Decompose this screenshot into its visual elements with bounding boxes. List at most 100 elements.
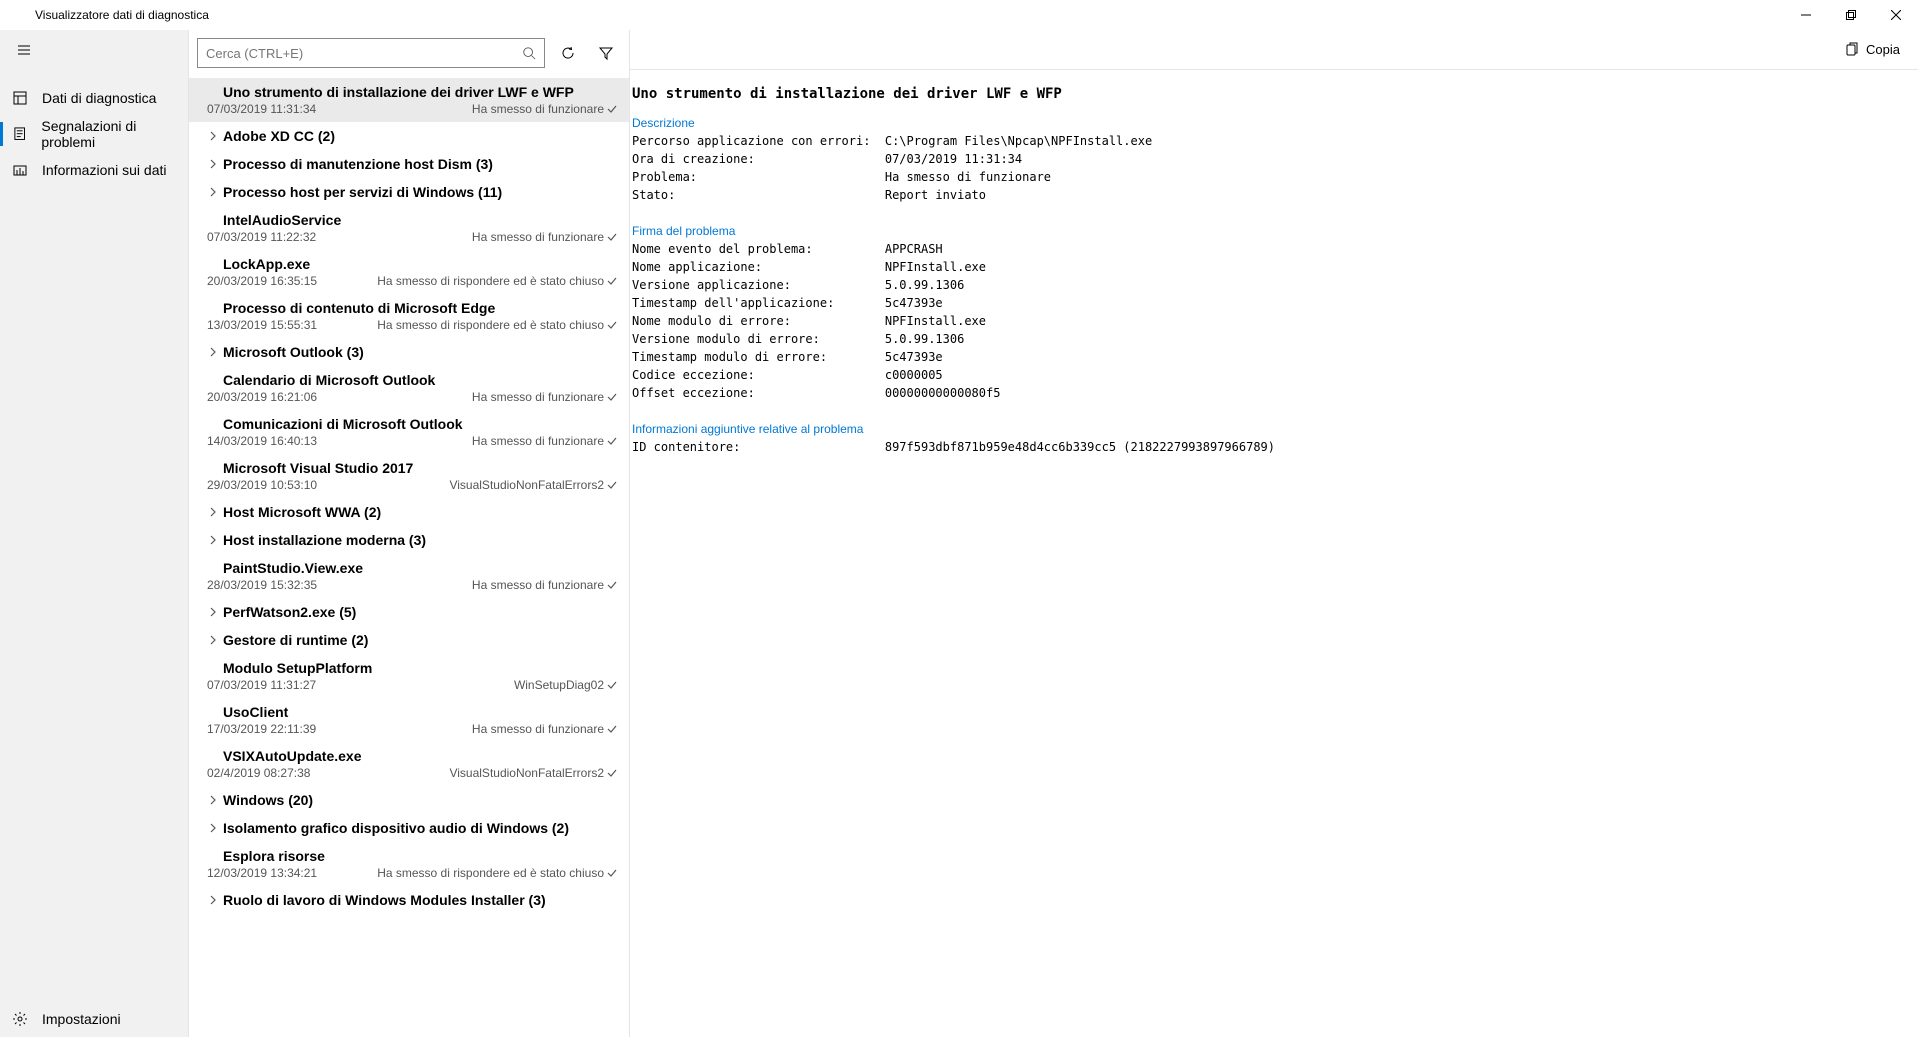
event-title: Processo di manutenzione host Dism (3): [223, 156, 493, 172]
filter-button[interactable]: [591, 38, 621, 68]
sidebar-item-label: Informazioni sui dati: [42, 162, 167, 178]
chevron-right-icon[interactable]: [207, 506, 219, 518]
event-status: VisualStudioNonFatalErrors2: [449, 478, 617, 492]
copy-label: Copia: [1866, 42, 1900, 57]
chevron-right-icon[interactable]: [207, 606, 219, 618]
chevron-right-icon[interactable]: [207, 186, 219, 198]
event-item[interactable]: Adobe XD CC (2): [189, 122, 629, 150]
event-title: Processo host per servizi di Windows (11…: [223, 184, 502, 200]
event-date: 29/03/2019 10:53:10: [207, 478, 317, 492]
chevron-right-icon[interactable]: [207, 158, 219, 170]
maximize-button[interactable]: [1828, 0, 1873, 30]
sidebar-item-label: Impostazioni: [42, 1011, 121, 1027]
event-item[interactable]: Uno strumento di installazione dei drive…: [189, 78, 629, 122]
event-item[interactable]: Host Microsoft WWA (2): [189, 498, 629, 526]
close-icon: [1891, 10, 1901, 20]
sidebar-item-settings[interactable]: Impostazioni: [0, 1001, 188, 1037]
event-panel: Uno strumento di installazione dei drive…: [189, 30, 630, 1037]
search-box[interactable]: [197, 38, 545, 68]
event-status: Ha smesso di rispondere ed è stato chius…: [377, 318, 617, 332]
event-item[interactable]: Processo host per servizi di Windows (11…: [189, 178, 629, 206]
event-item[interactable]: Modulo SetupPlatform07/03/2019 11:31:27W…: [189, 654, 629, 698]
event-status: Ha smesso di rispondere ed è stato chius…: [377, 866, 617, 880]
sidebar-item-label: Dati di diagnostica: [42, 90, 156, 106]
chevron-right-icon[interactable]: [207, 894, 219, 906]
event-item[interactable]: Esplora risorse12/03/2019 13:34:21Ha sme…: [189, 842, 629, 886]
event-date: 28/03/2019 15:32:35: [207, 578, 317, 592]
event-item[interactable]: Windows (20): [189, 786, 629, 814]
sidebar-item-1[interactable]: Segnalazioni di problemi: [0, 116, 188, 152]
maximize-icon: [1846, 10, 1856, 20]
event-item[interactable]: IntelAudioService07/03/2019 11:22:32Ha s…: [189, 206, 629, 250]
search-input[interactable]: [206, 46, 522, 61]
event-item[interactable]: PerfWatson2.exe (5): [189, 598, 629, 626]
event-status: VisualStudioNonFatalErrors2: [449, 766, 617, 780]
event-item[interactable]: Gestore di runtime (2): [189, 626, 629, 654]
event-date: 07/03/2019 11:31:34: [207, 102, 316, 116]
sidebar-item-0[interactable]: Dati di diagnostica: [0, 80, 188, 116]
refresh-button[interactable]: [553, 38, 583, 68]
event-date: 14/03/2019 16:40:13: [207, 434, 317, 448]
event-title: Windows (20): [223, 792, 313, 808]
hamburger-button[interactable]: [4, 30, 44, 70]
event-item[interactable]: Ruolo di lavoro di Windows Modules Insta…: [189, 886, 629, 914]
event-status: Ha smesso di rispondere ed è stato chius…: [377, 274, 617, 288]
sidebar-item-label: Segnalazioni di problemi: [41, 118, 188, 150]
event-title: Gestore di runtime (2): [223, 632, 368, 648]
event-date: 02/4/2019 08:27:38: [207, 766, 310, 780]
event-title: Host installazione moderna (3): [223, 532, 426, 548]
detail-content: Descrizione Percorso applicazione con er…: [632, 114, 1902, 474]
event-item[interactable]: Processo di contenuto di Microsoft Edge 1…: [189, 294, 629, 338]
event-title: PerfWatson2.exe (5): [223, 604, 356, 620]
sidebar-item-2[interactable]: Informazioni sui dati: [0, 152, 188, 188]
event-title: Processo di contenuto di Microsoft Edge: [223, 300, 495, 316]
event-item[interactable]: Host installazione moderna (3): [189, 526, 629, 554]
event-list[interactable]: Uno strumento di installazione dei drive…: [189, 76, 629, 1037]
hamburger-icon: [16, 42, 32, 58]
nav-icon: [12, 126, 27, 142]
refresh-icon: [560, 45, 576, 61]
minimize-icon: [1801, 10, 1811, 20]
event-item[interactable]: VSIXAutoUpdate.exe02/4/2019 08:27:38Visu…: [189, 742, 629, 786]
event-item[interactable]: Comunicazioni di Microsoft Outlook 14/03/…: [189, 410, 629, 454]
chevron-right-icon[interactable]: [207, 794, 219, 806]
event-title: Comunicazioni di Microsoft Outlook: [223, 416, 463, 432]
event-item[interactable]: LockApp.exe20/03/2019 16:35:15Ha smesso …: [189, 250, 629, 294]
gear-icon: [12, 1011, 28, 1027]
event-title: IntelAudioService: [223, 212, 341, 228]
nav-icon: [12, 90, 28, 106]
event-date: 20/03/2019 16:35:15: [207, 274, 317, 288]
titlebar: Visualizzatore dati di diagnostica: [0, 0, 1918, 30]
event-item[interactable]: PaintStudio.View.exe28/03/2019 15:32:35H…: [189, 554, 629, 598]
event-title: Modulo SetupPlatform: [223, 660, 372, 676]
event-item[interactable]: UsoClient 17/03/2019 22:11:39 Ha smesso di…: [189, 698, 629, 742]
event-title: Uno strumento di installazione dei drive…: [223, 84, 574, 100]
event-status: Ha smesso di funzionare: [472, 578, 617, 592]
event-status: Ha smesso di funzionare: [472, 722, 617, 736]
close-button[interactable]: [1873, 0, 1918, 30]
nav-icon: [12, 162, 28, 178]
chevron-right-icon[interactable]: [207, 822, 219, 834]
event-date: 13/03/2019 15:55:31: [207, 318, 317, 332]
event-title: Microsoft Outlook (3): [223, 344, 364, 360]
event-item[interactable]: Processo di manutenzione host Dism (3): [189, 150, 629, 178]
event-status: Ha smesso di funzionare: [472, 102, 617, 116]
event-item[interactable]: Isolamento grafico dispositivo audio di …: [189, 814, 629, 842]
event-item[interactable]: Calendario di Microsoft Outlook20/03/201…: [189, 366, 629, 410]
chevron-right-icon[interactable]: [207, 346, 219, 358]
event-date: 17/03/2019 22:11:39: [207, 722, 316, 736]
minimize-button[interactable]: [1783, 0, 1828, 30]
chevron-right-icon[interactable]: [207, 634, 219, 646]
detail-title: Uno strumento di installazione dei drive…: [632, 86, 1902, 102]
detail-panel: Copia Uno strumento di installazione dei…: [630, 30, 1918, 1037]
chevron-right-icon[interactable]: [207, 534, 219, 546]
event-item[interactable]: Microsoft Outlook (3): [189, 338, 629, 366]
event-title: Adobe XD CC (2): [223, 128, 335, 144]
event-title: UsoClient: [223, 704, 288, 720]
event-item[interactable]: Microsoft Visual Studio 201729/03/2019 1…: [189, 454, 629, 498]
event-date: 20/03/2019 16:21:06: [207, 390, 317, 404]
event-date: 07/03/2019 11:31:27: [207, 678, 316, 692]
chevron-right-icon[interactable]: [207, 130, 219, 142]
event-date: 07/03/2019 11:22:32: [207, 230, 316, 244]
copy-button[interactable]: Copia: [1836, 38, 1908, 62]
